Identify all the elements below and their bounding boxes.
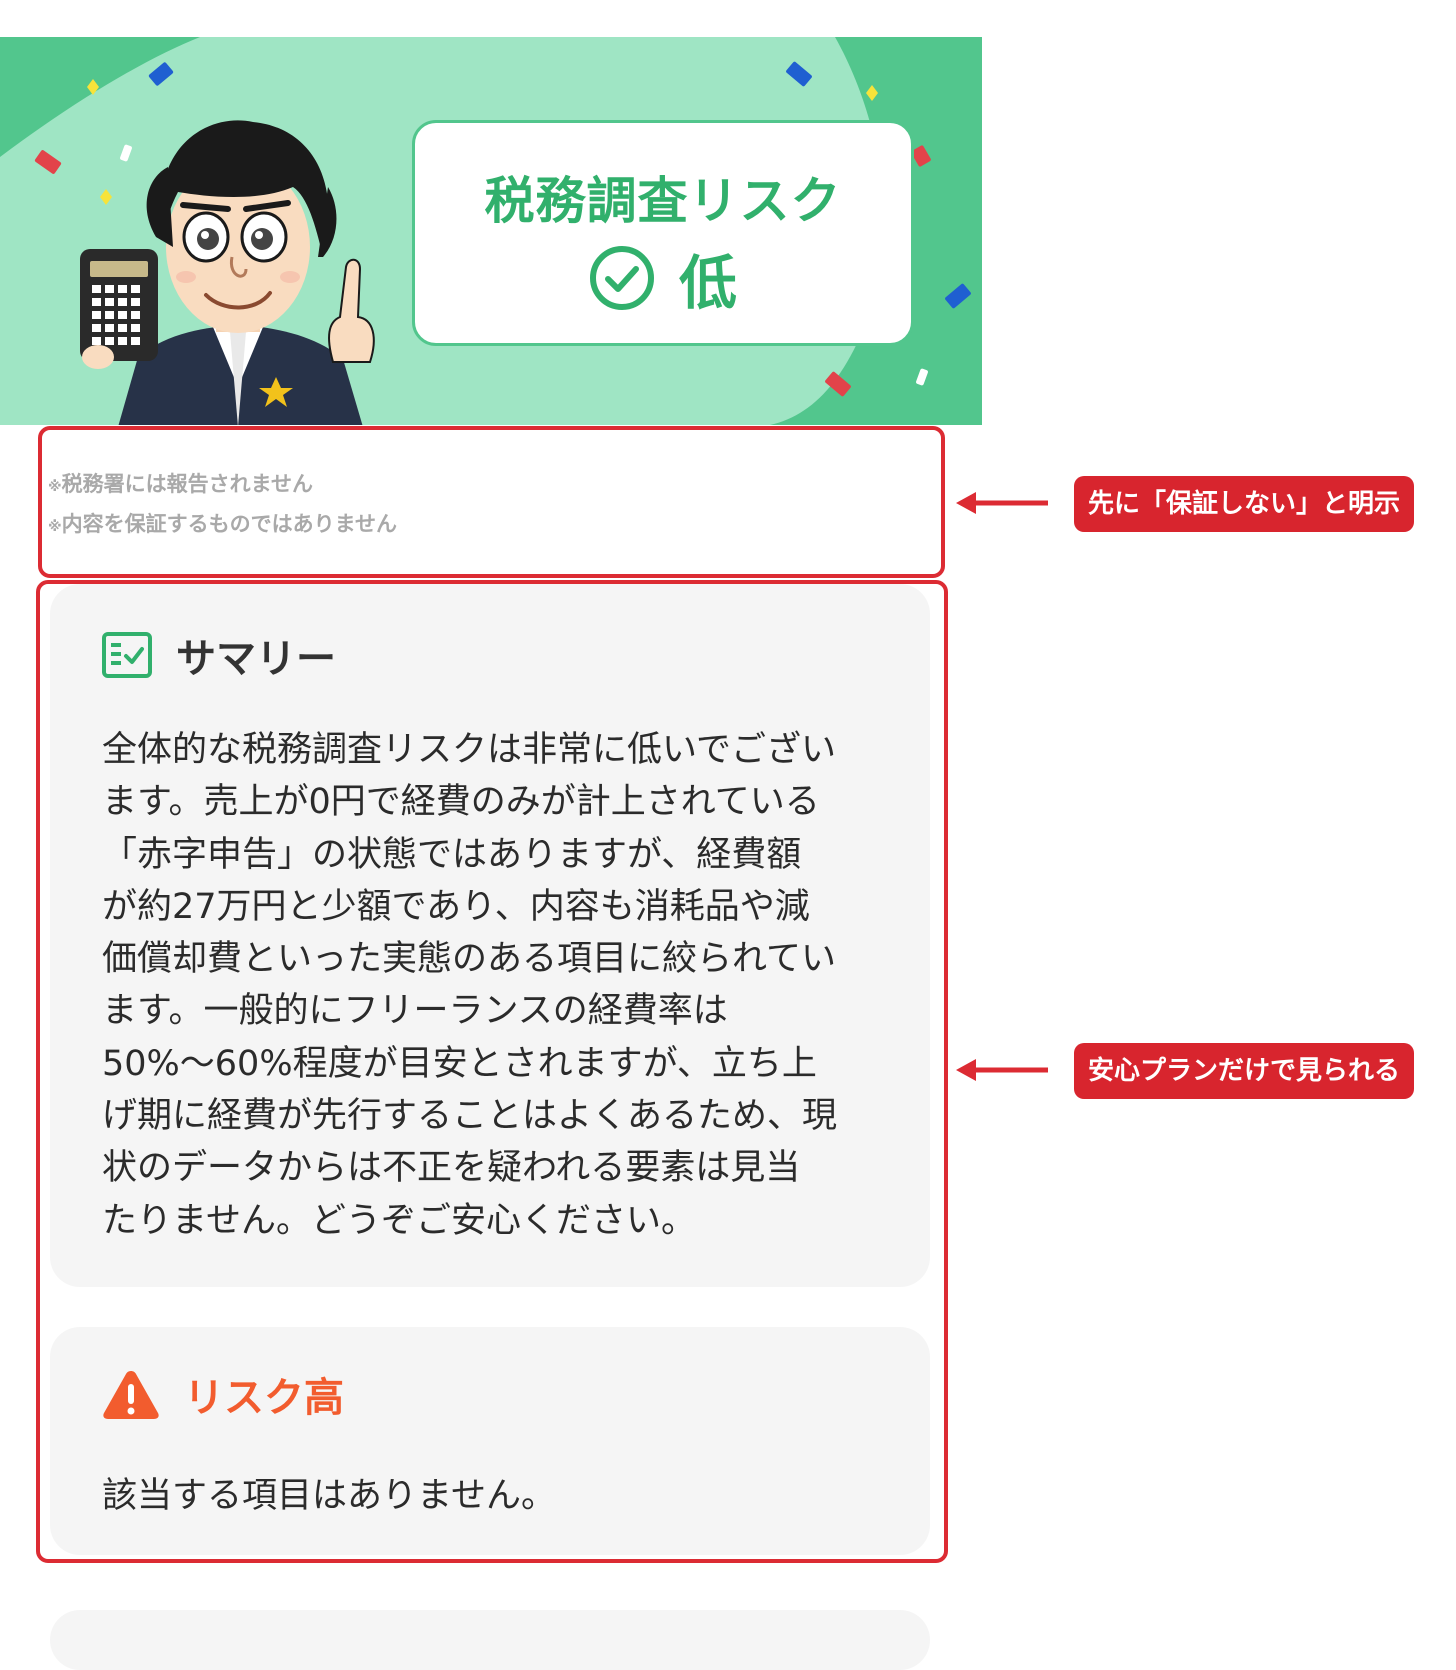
tax-advisor-mascot-icon: [80, 120, 375, 425]
annotation-label-premium: 安心プランだけで見られる: [1074, 1043, 1415, 1099]
check-circle-icon: [589, 246, 654, 310]
annotation-label-disclaimer: 先に「保証しない」と明示: [1074, 476, 1415, 532]
annotation-arrow-icon: [956, 1059, 1048, 1081]
risk-result-card: 税務調査リスク 低: [412, 120, 914, 346]
annotation-box-disclaimer: [38, 426, 945, 578]
risk-level-value: 低: [678, 249, 737, 317]
risk-result-title: 税務調査リスク: [484, 172, 842, 230]
risk-result-row: 低: [415, 243, 911, 317]
annotation-box-premium: [36, 580, 948, 1563]
result-banner: 税務調査リスク 低: [0, 37, 982, 425]
annotation-arrow-icon: [956, 492, 1048, 514]
next-card: [50, 1610, 930, 1670]
